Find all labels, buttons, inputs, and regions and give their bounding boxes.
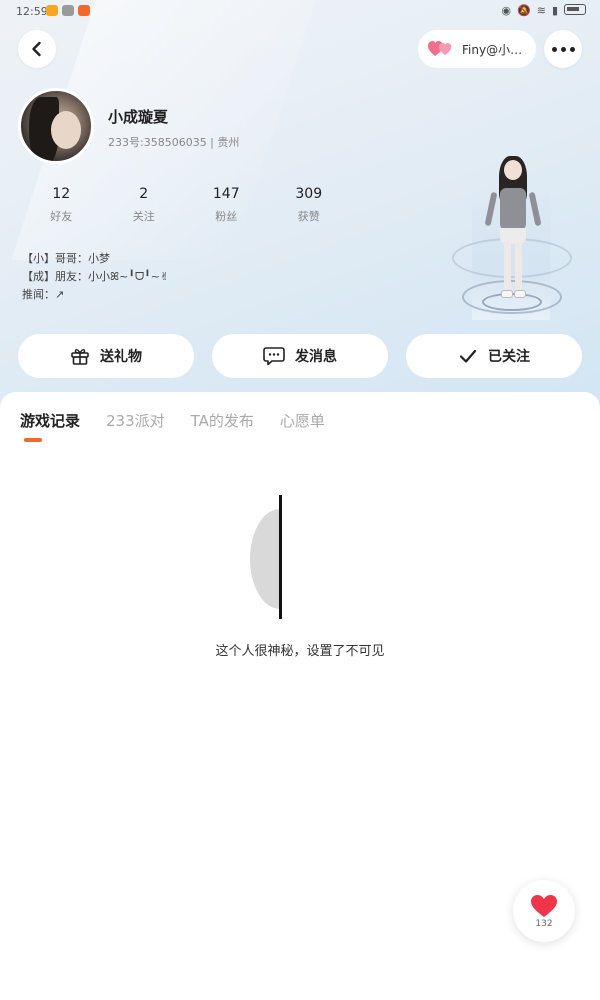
chat-bubble-icon — [263, 347, 285, 366]
battery-icon — [564, 4, 586, 15]
user-avatar[interactable] — [18, 88, 94, 164]
weibo-icon — [46, 5, 58, 16]
tab-wishlist[interactable]: 心愿单 — [280, 410, 325, 431]
stat-likes[interactable]: 309 获赞 — [268, 186, 351, 224]
wifi-icon: ≋ — [536, 4, 546, 17]
tab-game-records[interactable]: 游戏记录 — [20, 410, 80, 431]
gift-icon — [71, 349, 89, 365]
like-button[interactable]: 132 — [513, 880, 575, 942]
back-button[interactable] — [18, 30, 56, 68]
wechat-icon — [62, 5, 74, 16]
user-id-location: 233号:358506035 | 贵州 — [108, 136, 240, 149]
more-options-button[interactable] — [544, 30, 582, 68]
tab-ta-posts[interactable]: TA的发布 — [191, 410, 254, 431]
profile-tabs: 游戏记录 233派对 TA的发布 心愿单 — [20, 410, 325, 431]
couple-tag-pill[interactable]: Finy@小… — [418, 30, 536, 68]
content-sheet: 游戏记录 233派对 TA的发布 心愿单 这个人很神秘，设置了不可见 — [0, 392, 600, 1000]
checkmark-icon — [459, 349, 477, 363]
send-message-button[interactable]: 发消息 — [212, 334, 388, 378]
more-dot-icon — [560, 46, 566, 52]
status-time: 12:59 — [16, 5, 48, 18]
avatar-3d-figure[interactable] — [452, 150, 592, 330]
like-count: 132 — [535, 918, 553, 929]
send-message-label: 发消息 — [295, 349, 337, 365]
chevron-left-icon — [32, 41, 41, 57]
empty-state-illustration — [250, 495, 310, 619]
status-bar: 12:59 ◉ 🔕 ≋ ▮ — [0, 0, 600, 24]
mute-icon: 🔕 — [517, 4, 531, 17]
send-gift-button[interactable]: 送礼物 — [18, 334, 194, 378]
profile-header-background: 12:59 ◉ 🔕 ≋ ▮ Finy@小… 小成璇夏 233号:35850603… — [0, 0, 600, 410]
more-dot-icon — [551, 46, 557, 52]
tab-233-party[interactable]: 233派对 — [106, 410, 165, 431]
following-label: 已关注 — [488, 349, 530, 365]
stat-followers[interactable]: 147 粉丝 — [185, 186, 268, 224]
following-button[interactable]: 已关注 — [406, 334, 582, 378]
bio-line: 【成】朋友：小小ꕤ~╹ᗜ╹~✌ — [22, 270, 170, 283]
app-233-icon — [78, 5, 90, 16]
user-nickname: 小成璇夏 — [108, 108, 169, 126]
more-dot-icon — [569, 46, 575, 52]
couple-tag-label: Finy@小… — [462, 42, 523, 57]
stat-following[interactable]: 2 关注 — [103, 186, 186, 224]
double-heart-icon — [428, 41, 452, 56]
send-gift-label: 送礼物 — [100, 349, 142, 365]
user-bio: 【小】哥哥：小梦 【成】朋友：小小ꕤ~╹ᗜ╹~✌ 推闻：↗ — [22, 250, 169, 304]
active-tab-indicator — [24, 438, 42, 442]
heart-icon — [531, 894, 557, 917]
stat-friends[interactable]: 12 好友 — [20, 186, 103, 224]
stats-row: 12 好友 2 关注 147 粉丝 309 获赞 — [20, 186, 350, 224]
bio-line[interactable]: 推闻：↗ — [22, 286, 169, 304]
eye-icon: ◉ — [501, 4, 512, 17]
alert-icon: ▮ — [551, 4, 558, 17]
bio-line: 【小】哥哥：小梦 — [22, 252, 110, 265]
empty-state-text: 这个人很神秘，设置了不可见 — [215, 644, 385, 659]
